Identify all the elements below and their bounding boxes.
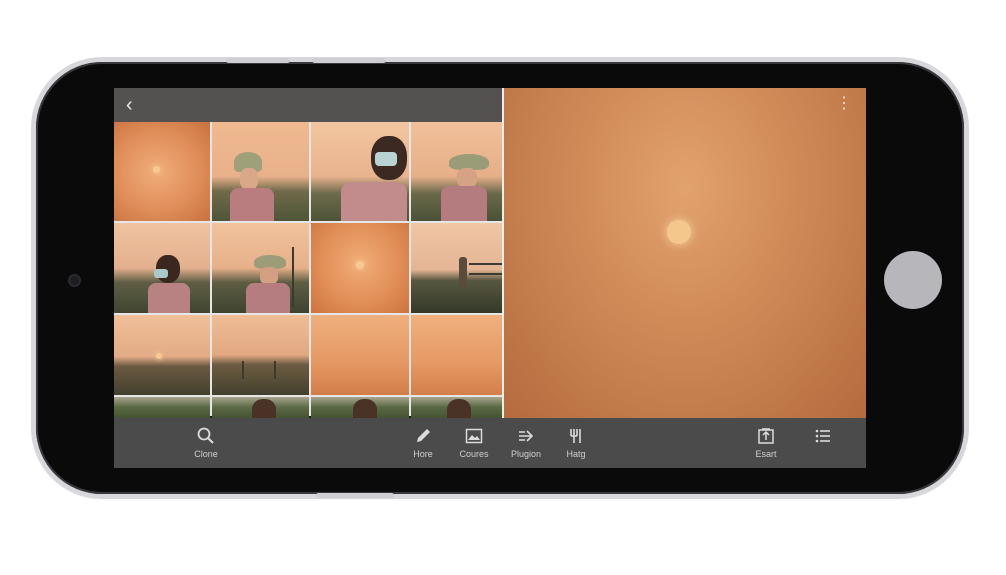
bottom-toolbar: Clone Hore Coures Plugion Hatg Esart [114, 418, 866, 468]
volume-down-button [312, 58, 386, 63]
more-options-icon[interactable]: ⋮ [836, 96, 852, 112]
esart-label: Esart [755, 449, 777, 459]
home-button[interactable] [884, 251, 942, 309]
thumbnail-5[interactable] [114, 223, 210, 313]
screen: ‹ ⋮ Clone Hore Coures Plugion Hatg Esart [114, 88, 866, 468]
courses-label: Coures [459, 449, 489, 459]
plugion-label: Plugion [510, 449, 542, 459]
thumbnail-8[interactable] [411, 223, 504, 313]
thumbnail-6[interactable] [212, 223, 309, 313]
arrow-icon [498, 426, 554, 448]
fence-post [274, 361, 276, 379]
thumbnail-2[interactable] [212, 122, 309, 221]
thumbnail-1[interactable] [114, 122, 210, 221]
thumbnail-11[interactable] [311, 315, 409, 395]
fork-icon [548, 426, 604, 448]
fence-post [242, 361, 244, 379]
sun-icon [156, 353, 162, 359]
fence-post [292, 247, 294, 307]
face-icon [457, 168, 477, 188]
power-button [316, 493, 394, 498]
shirt-icon [148, 283, 190, 313]
shirt-icon [246, 283, 290, 313]
thumbnail-12[interactable] [411, 315, 504, 395]
fence-rail [469, 273, 503, 275]
thumbnail-10[interactable] [212, 315, 309, 395]
volume-up-button [226, 58, 290, 63]
plugion-button[interactable]: Plugion [498, 426, 554, 460]
courses-button[interactable]: Coures [446, 426, 502, 460]
gallery-top-bar: ‹ [114, 88, 502, 122]
export-icon [738, 426, 794, 448]
menu-button[interactable] [795, 426, 851, 448]
list-icon [795, 426, 851, 448]
thumbnail-9[interactable] [114, 315, 210, 395]
hore-label: Hore [413, 449, 433, 459]
shirt-icon [341, 182, 407, 221]
shirt-icon [230, 188, 274, 221]
hatg-button[interactable]: Hatg [548, 426, 604, 460]
thumbnail-7[interactable] [311, 223, 409, 313]
back-arrow-icon[interactable]: ‹ [126, 94, 146, 116]
thumbnail-3[interactable] [311, 122, 409, 221]
face-icon [240, 168, 258, 190]
shirt-icon [441, 186, 487, 221]
thumbnail-4[interactable] [411, 122, 504, 221]
sun-icon [356, 261, 364, 269]
clone-label: Clone [194, 449, 218, 459]
figure-icon [459, 257, 467, 287]
hore-button[interactable]: Hore [395, 426, 451, 460]
image-icon [446, 426, 502, 448]
clone-button[interactable]: Clone [178, 426, 234, 460]
front-camera [70, 276, 79, 285]
sun-icon [153, 166, 160, 173]
sun-icon [667, 220, 691, 244]
mask-icon [154, 269, 168, 278]
esart-button[interactable]: Esart [738, 426, 794, 460]
search-icon [178, 426, 234, 448]
photo-viewer[interactable]: ⋮ [504, 88, 866, 418]
mask-icon [375, 152, 397, 166]
thumbnail-grid [114, 122, 504, 422]
fence-rail [469, 263, 503, 265]
hatg-label: Hatg [566, 449, 586, 459]
pencil-icon [395, 426, 451, 448]
